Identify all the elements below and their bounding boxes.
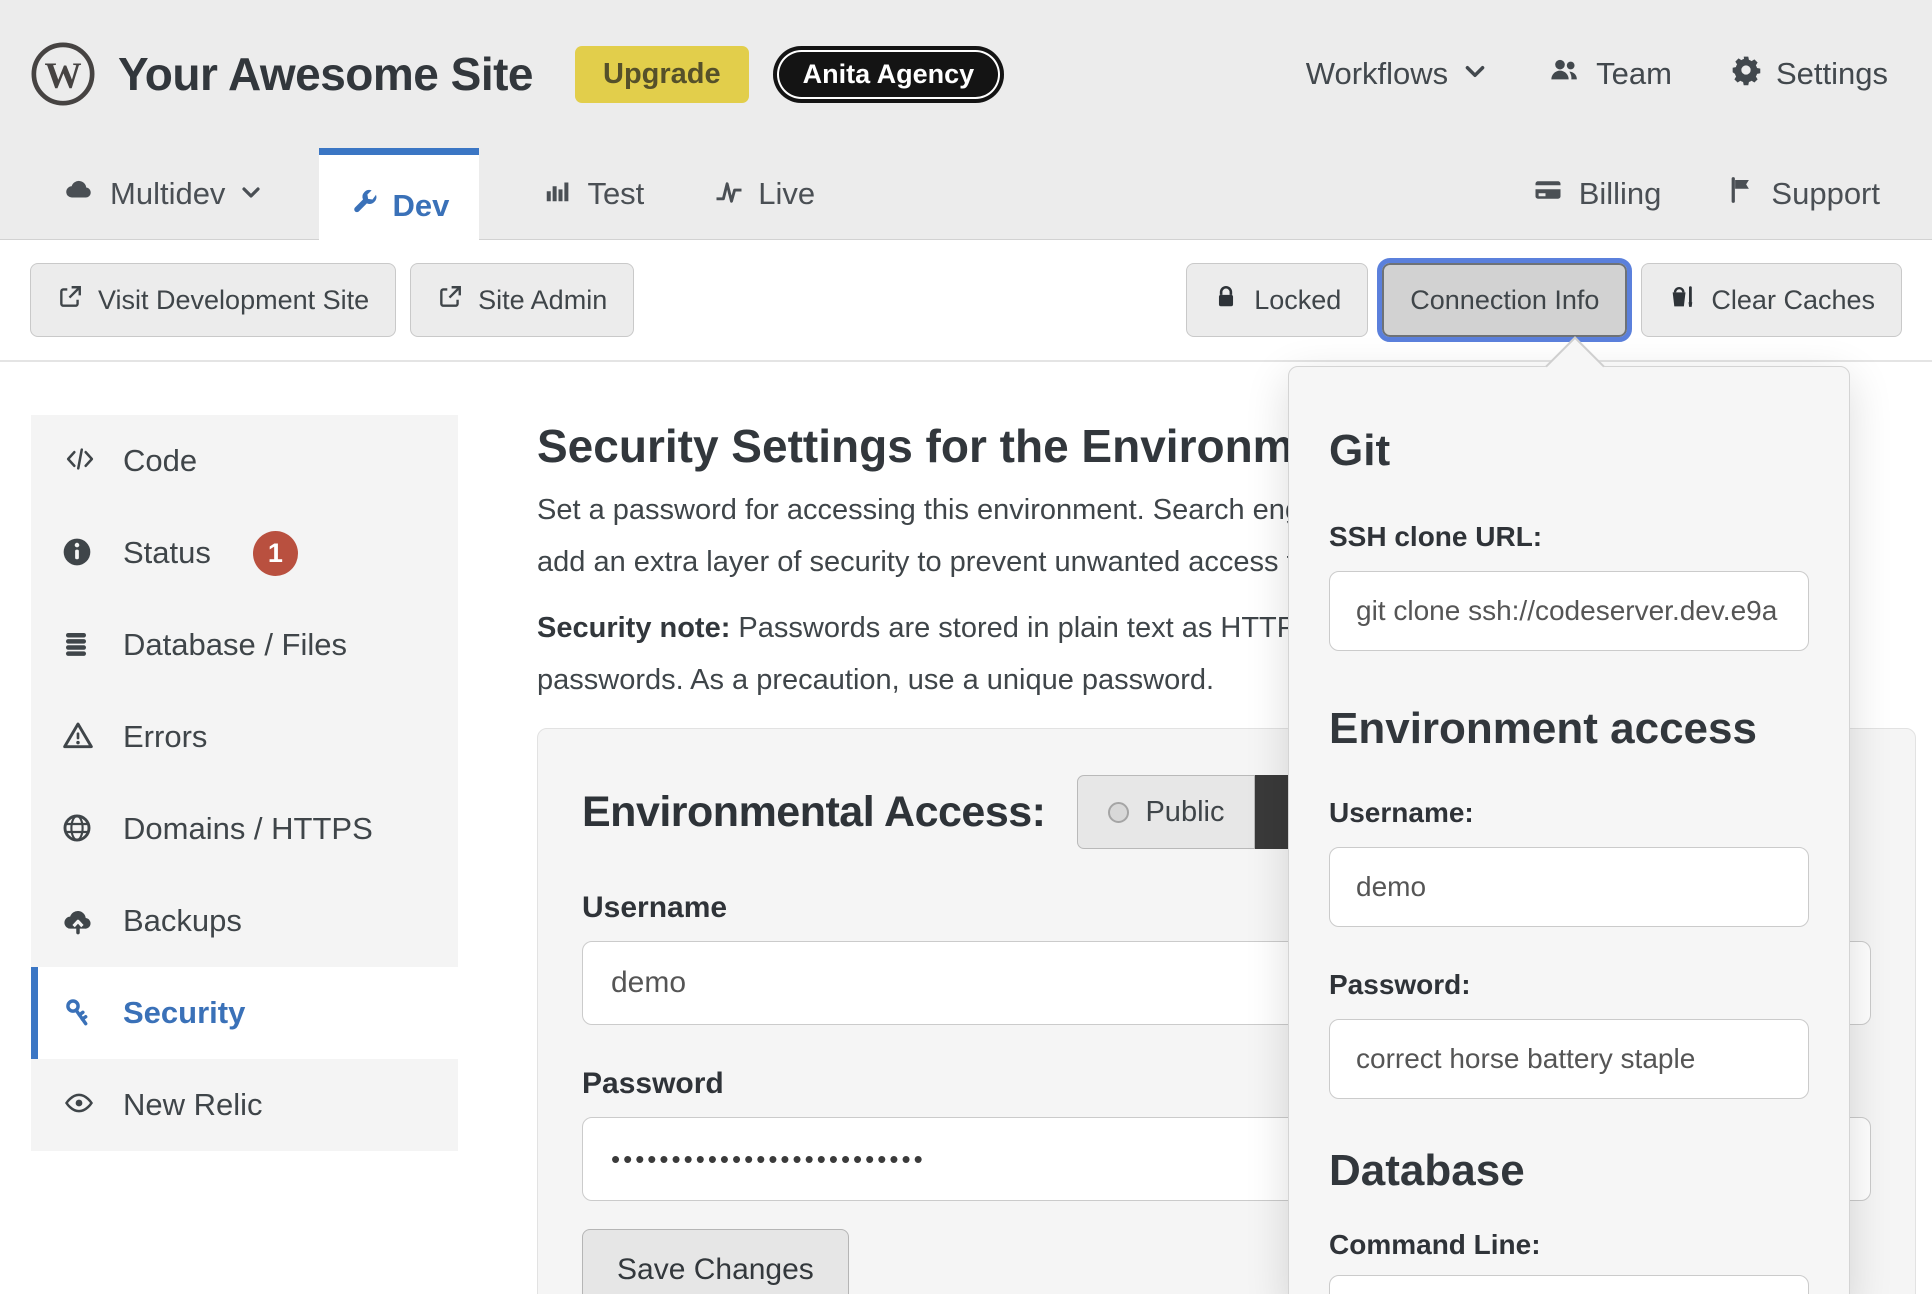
site-header: W Your Awesome Site Upgrade Anita Agency… — [0, 0, 1932, 148]
popover-password-field[interactable] — [1329, 1019, 1809, 1099]
sidebar-item-domains-https[interactable]: Domains / HTTPS — [31, 783, 458, 875]
tab-live[interactable]: Live — [714, 175, 815, 213]
multidev-label: Multidev — [110, 176, 225, 212]
lock-icon — [1213, 284, 1239, 317]
environmental-access-heading: Environmental Access: — [582, 788, 1045, 837]
info-icon — [61, 536, 95, 570]
test-bars-icon — [543, 175, 573, 213]
globe-icon — [61, 812, 95, 846]
chevron-down-icon — [1462, 56, 1488, 92]
warning-icon — [61, 720, 95, 754]
chevron-down-icon — [239, 176, 263, 212]
sidebar-item-code[interactable]: Code — [31, 415, 458, 507]
sidebar-item-label: New Relic — [123, 1087, 263, 1123]
tab-test-label: Test — [587, 176, 644, 212]
popover-username-field[interactable] — [1329, 847, 1809, 927]
radio-icon — [1108, 802, 1129, 823]
key-icon — [61, 996, 95, 1030]
clear-caches-icon — [1668, 283, 1696, 318]
tab-dev[interactable]: Dev — [319, 148, 479, 257]
workflows-label: Workflows — [1306, 56, 1448, 92]
sidebar-item-label: Security — [123, 995, 245, 1031]
locked-button[interactable]: Locked — [1186, 263, 1368, 337]
sidebar-item-label: Database / Files — [123, 627, 347, 663]
multidev-menu[interactable]: Multidev — [62, 175, 263, 213]
sidebar-item-errors[interactable]: Errors — [31, 691, 458, 783]
site-admin-label: Site Admin — [478, 285, 607, 316]
connection-info-popover: Git SSH clone URL: Environment access Us… — [1288, 366, 1850, 1294]
settings-link[interactable]: Settings — [1730, 54, 1888, 94]
support-label: Support — [1771, 176, 1880, 212]
git-section-heading: Git — [1329, 425, 1809, 477]
team-link[interactable]: Team — [1546, 54, 1672, 94]
workflows-menu[interactable]: Workflows — [1306, 56, 1488, 92]
sidebar-item-label: Backups — [123, 903, 242, 939]
external-link-icon — [437, 284, 463, 317]
billing-link[interactable]: Billing — [1531, 175, 1662, 213]
environment-access-heading: Environment access — [1329, 703, 1809, 755]
access-toggle-public[interactable]: Public — [1077, 775, 1255, 849]
sidebar-item-label: Code — [123, 443, 197, 479]
settings-label: Settings — [1776, 56, 1888, 92]
visit-development-site-button[interactable]: Visit Development Site — [30, 263, 396, 337]
org-badge[interactable]: Anita Agency — [773, 46, 1005, 103]
billing-label: Billing — [1579, 176, 1662, 212]
site-admin-button[interactable]: Site Admin — [410, 263, 634, 337]
live-pulse-icon — [714, 175, 744, 213]
popover-username-label: Username: — [1329, 797, 1809, 829]
backup-cloud-icon — [61, 904, 95, 938]
eye-icon — [61, 1088, 95, 1122]
billing-card-icon — [1531, 175, 1565, 213]
popover-password-label: Password: — [1329, 969, 1809, 1001]
svg-text:W: W — [44, 56, 81, 97]
locked-label: Locked — [1254, 285, 1341, 316]
status-count-badge: 1 — [253, 531, 298, 576]
access-toggle-public-label: Public — [1145, 796, 1224, 829]
database-icon — [61, 628, 95, 662]
visit-development-site-label: Visit Development Site — [98, 285, 369, 316]
code-icon — [61, 444, 95, 478]
connection-info-button[interactable]: Connection Info — [1382, 263, 1627, 337]
save-changes-button[interactable]: Save Changes — [582, 1229, 849, 1294]
wrench-icon — [350, 187, 380, 225]
clear-caches-button[interactable]: Clear Caches — [1641, 263, 1902, 337]
command-line-field[interactable] — [1329, 1275, 1809, 1294]
sidebar-item-label: Status — [123, 535, 211, 571]
cloud-icon — [62, 175, 96, 213]
sidebar-item-label: Errors — [123, 719, 207, 755]
external-link-icon — [57, 284, 83, 317]
site-title: Your Awesome Site — [118, 47, 533, 101]
connection-info-label: Connection Info — [1410, 285, 1599, 316]
environment-action-bar: Visit Development Site Site Admin Locked… — [0, 240, 1932, 362]
team-label: Team — [1596, 56, 1672, 92]
tab-dev-label: Dev — [393, 188, 450, 224]
upgrade-badge[interactable]: Upgrade — [575, 46, 749, 103]
sidebar-item-backups[interactable]: Backups — [31, 875, 458, 967]
security-note-bold: Security note: — [537, 612, 730, 644]
sidebar-item-database-files[interactable]: Database / Files — [31, 599, 458, 691]
wordpress-logo: W — [30, 41, 96, 107]
support-flag-icon — [1727, 175, 1757, 213]
command-line-label: Command Line: — [1329, 1229, 1809, 1261]
sidebar-item-new-relic[interactable]: New Relic — [31, 1059, 458, 1151]
ssh-clone-url-field[interactable] — [1329, 571, 1809, 651]
team-icon — [1546, 54, 1582, 94]
environment-tab-bar: Multidev Dev Test Live — [0, 148, 1932, 240]
sidebar-item-status[interactable]: Status 1 — [31, 507, 458, 599]
clear-caches-label: Clear Caches — [1711, 285, 1875, 316]
ssh-clone-url-label: SSH clone URL: — [1329, 521, 1809, 553]
tab-test[interactable]: Test — [543, 175, 644, 213]
tab-live-label: Live — [758, 176, 815, 212]
sidebar-item-label: Domains / HTTPS — [123, 811, 373, 847]
sidebar-item-security[interactable]: Security — [31, 967, 458, 1059]
environment-sidebar: Code Status 1 Database / Files — [31, 415, 458, 1151]
database-section-heading: Database — [1329, 1145, 1809, 1197]
support-link[interactable]: Support — [1727, 175, 1880, 213]
gear-icon — [1730, 54, 1762, 94]
